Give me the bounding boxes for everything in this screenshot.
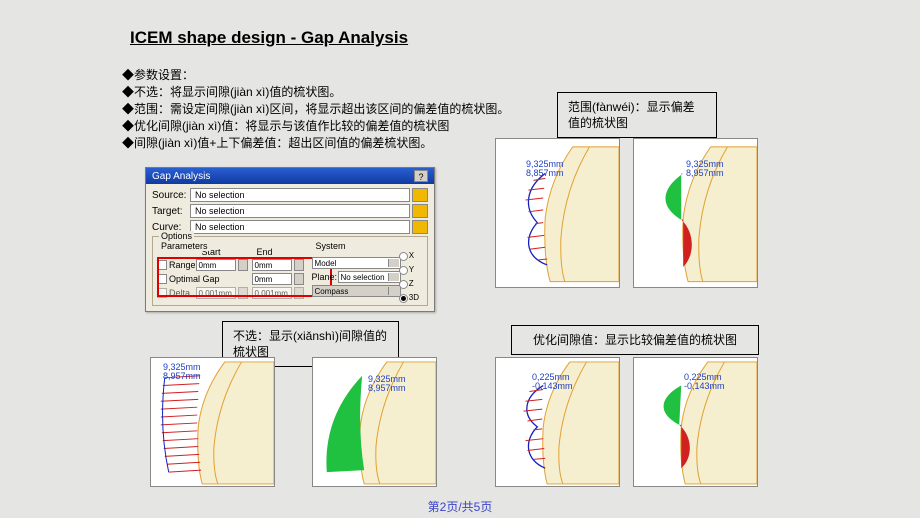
- target-field[interactable]: No selection: [190, 204, 410, 218]
- thumb-optimal-1: 0,225mm -0,143mm: [495, 357, 620, 487]
- note-optimal: 优化间隙值：显示比较偏差值的梳状图: [511, 325, 759, 355]
- plane-select[interactable]: No selection: [338, 271, 401, 283]
- axis-x-radio[interactable]: [399, 252, 408, 261]
- axis-z-label: Z: [409, 277, 414, 291]
- system-group: System Model Plane: No selection Compass…: [312, 247, 423, 301]
- page-indicator: 第2页/共5页: [0, 498, 920, 515]
- dialog-titlebar[interactable]: Gap Analysis ?: [146, 168, 434, 184]
- target-label: Target:: [152, 206, 190, 217]
- options-label: Options: [159, 231, 194, 241]
- bullet-item: ◆优化间隙(jiàn xì)值：将显示与该值作比较的偏差值的梳状图: [122, 118, 517, 135]
- source-field[interactable]: No selection: [190, 188, 410, 202]
- source-pick-icon[interactable]: [412, 188, 428, 202]
- bullet-item: ◆范围：需设定间隙(jiàn xì)区间，将显示超出该区间的偏差值的梳状图。: [122, 101, 517, 118]
- bullet-list: ◆参数设置： ◆不选：将显示间隙(jiàn xì)值的梳状图。 ◆范围：需设定间…: [122, 67, 517, 152]
- parameters-group: Parameters Start End Range 0mm 0mm: [157, 247, 308, 301]
- note-range: 范围(fànwéi)：显示偏差值的梳状图: [557, 92, 717, 138]
- gap-analysis-dialog: Gap Analysis ? Source: No selection Targ…: [145, 167, 435, 312]
- highlight-box: [157, 257, 332, 297]
- dialog-title: Gap Analysis: [152, 171, 210, 182]
- measure-label: 8,957mm: [163, 371, 201, 381]
- model-select[interactable]: Model: [312, 257, 401, 269]
- options-group: Options Parameters Start End Range 0mm 0…: [152, 236, 428, 306]
- axis-3d-label: 3D: [409, 291, 419, 305]
- plane-label: Plane:: [312, 272, 338, 282]
- parameters-label: Parameters: [159, 241, 210, 251]
- source-label: Source:: [152, 190, 190, 201]
- measure-label: 8,857mm: [526, 168, 564, 178]
- axis-z-radio[interactable]: [399, 280, 408, 289]
- thumb-range-1: 9,325mm 8,857mm: [495, 138, 620, 288]
- bullet-item: ◆间隙(jiàn xì)值+上下偏差值：超出区间值的偏差梳状图。: [122, 135, 517, 152]
- system-label: System: [314, 241, 348, 251]
- thumb-range-2: 9,325mm 8,957mm: [633, 138, 758, 288]
- axis-y-radio[interactable]: [399, 266, 408, 275]
- compass-button[interactable]: Compass: [312, 285, 401, 297]
- bullet-item: ◆不选：将显示间隙(jiàn xì)值的梳状图。: [122, 84, 517, 101]
- measure-label: -0,143mm: [532, 381, 573, 391]
- axis-y-label: Y: [409, 263, 414, 277]
- help-button[interactable]: ?: [414, 170, 428, 182]
- thumb-optimal-2: 0,225mm -0,143mm: [633, 357, 758, 487]
- axis-3d-radio[interactable]: [399, 294, 408, 303]
- measure-label: -0,143mm: [684, 381, 725, 391]
- curve-pick-icon[interactable]: [412, 220, 428, 234]
- target-pick-icon[interactable]: [412, 204, 428, 218]
- thumb-unselected-2: 9,325mm 8,957mm: [312, 357, 437, 487]
- axis-x-label: X: [409, 249, 414, 263]
- curve-field[interactable]: No selection: [190, 220, 410, 234]
- thumb-unselected-1: 9,325mm 8,957mm: [150, 357, 275, 487]
- measure-label: 8,957mm: [686, 168, 724, 178]
- measure-label: 8,957mm: [368, 383, 406, 393]
- bullet-item: ◆参数设置：: [122, 67, 517, 84]
- end-header: End: [253, 247, 308, 257]
- page-title: ICEM shape design - Gap Analysis: [130, 28, 408, 48]
